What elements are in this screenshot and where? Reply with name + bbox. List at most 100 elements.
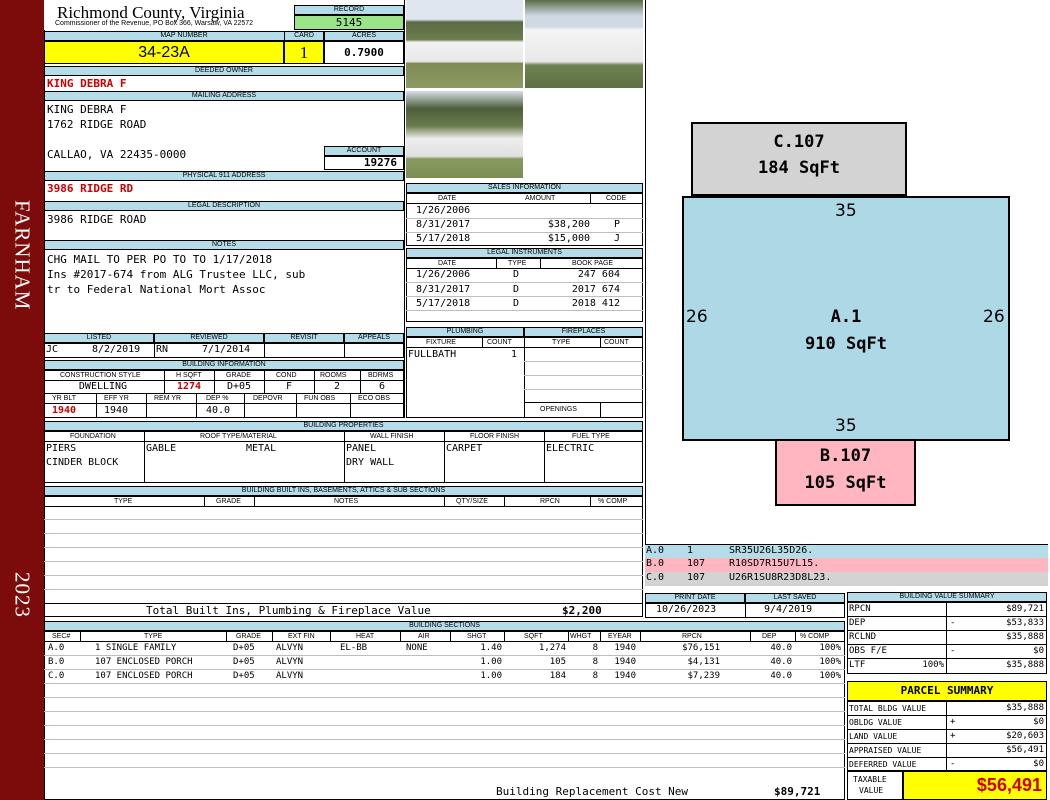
instrument-date: 5/17/2018: [416, 298, 471, 309]
sec-sqft: 184: [549, 671, 566, 681]
col-header: WALL FINISH: [370, 433, 414, 440]
property-photo: [525, 0, 643, 88]
col-header: ROOF TYPE/MATERIAL: [200, 433, 277, 440]
commissioner-address: Commissioner of the Revenue, PO Box 366,…: [55, 20, 254, 27]
plumbing-count: 1: [511, 349, 518, 360]
col-header: RPCN: [540, 498, 560, 505]
sketch-dim-top: 35: [835, 201, 857, 221]
sec-air: NONE: [406, 643, 428, 653]
col-header: EYEAR: [608, 633, 632, 640]
col-header: EXT FIN: [288, 633, 315, 640]
col-header: WHGT: [570, 633, 592, 640]
instrument-type: D: [513, 298, 520, 309]
col-header: FLOOR FINISH: [470, 433, 520, 440]
col-header: H SQFT: [176, 372, 202, 379]
parcel-key: OBLDG VALUE: [849, 718, 902, 727]
sec-dep: 40.0: [770, 671, 792, 681]
col-header: HEAT: [356, 633, 375, 640]
sale-date: 8/31/2017: [416, 219, 471, 230]
notes-header: NOTES: [44, 240, 404, 250]
col-header: TYPE: [508, 260, 527, 267]
col-header: TYPE: [114, 498, 133, 505]
last-saved-header: LAST SAVED: [745, 593, 845, 603]
parcel-value: $0: [1033, 759, 1044, 769]
parcel-key: APPRAISED VALUE: [849, 746, 922, 755]
sec-dep: 40.0: [770, 657, 792, 667]
col-header: DATE: [438, 260, 457, 267]
col-header: SQFT: [524, 633, 543, 640]
col-header: FOUNDATION: [70, 433, 116, 440]
col-header: DEP: [762, 633, 777, 640]
instrument-type: D: [513, 269, 520, 280]
sec-eyear: 1940: [614, 671, 636, 681]
col-header: CONSTRUCTION STYLE: [60, 372, 141, 379]
replacement-cost: $89,721: [774, 785, 821, 798]
parcel-value: $0: [1033, 717, 1044, 727]
sec-heat: EL-BB: [340, 643, 368, 653]
col-header: DEPOVR: [253, 395, 283, 402]
sale-code: P: [614, 219, 621, 230]
taxable-label: VALUE: [859, 786, 884, 795]
summary-key: LTF: [849, 660, 866, 670]
col-header: BOOK PAGE: [572, 260, 614, 267]
map-number-header: MAP NUMBER: [44, 31, 324, 41]
instruments-header: LEGAL INSTRUMENTS: [406, 248, 643, 258]
legend-code: B.0: [646, 558, 665, 569]
account-header: ACCOUNT: [324, 146, 404, 156]
col-header: AMOUNT: [525, 195, 556, 202]
taxable-value: $56,491: [903, 771, 1047, 800]
col-header: FUN OBS: [304, 395, 336, 402]
card-number: 1: [284, 41, 324, 64]
sec-whgt: 8: [592, 671, 598, 681]
sketch-legend-row: B.0 107 R10SD7R15U7L15.: [645, 558, 1048, 572]
fireplaces-header: FIREPLACES: [524, 327, 643, 337]
building-properties-header: BUILDING PROPERTIES: [44, 421, 643, 431]
depreciation-pct: 40.0: [206, 405, 231, 416]
parcel-value: $35,888: [1006, 703, 1044, 713]
col-header: TYPE: [144, 633, 163, 640]
value-summary-header: BUILDING VALUE SUMMARY: [847, 592, 1047, 602]
legend-vector: U26R1SU8R23D8L23.: [729, 572, 832, 583]
bedrooms: 6: [378, 381, 386, 392]
print-date-header: PRINT DATE: [645, 593, 745, 603]
col-header: FUEL TYPE: [572, 433, 610, 440]
sec-ext: ALVYN: [276, 671, 304, 681]
legal-description: 3986 RIDGE ROAD: [47, 213, 147, 226]
sales-header: SALES INFORMATION: [406, 183, 643, 193]
col-header: RPCN: [682, 633, 702, 640]
sec-comp: 100%: [819, 671, 841, 681]
legend-code: A.0: [646, 545, 665, 556]
wall-finish: DRY WALL: [346, 457, 395, 468]
sketch-dim-bottom: 35: [835, 416, 857, 436]
sec-type: 107 ENCLOSED PORCH: [95, 657, 193, 667]
sec-whgt: 8: [592, 657, 598, 667]
summary-value: $35,888: [1006, 632, 1044, 642]
legend-num: 107: [687, 572, 706, 583]
parcel-key: LAND VALUE: [849, 732, 898, 741]
sec-shgt: 1.00: [480, 671, 502, 681]
sec-grade: D+05: [233, 671, 255, 681]
col-header: GRADE: [216, 498, 241, 505]
mailing-line: KING DEBRA F: [47, 103, 127, 116]
reviewed-date: 7/1/2014: [202, 344, 251, 355]
sec-comp: 100%: [819, 657, 841, 667]
property-photo: [406, 0, 523, 88]
col-header: % COMP: [800, 633, 830, 640]
sec-num: B.0: [48, 657, 65, 667]
legal-description-header: LEGAL DESCRIPTION: [44, 201, 404, 211]
sketch-b-name: B.107: [819, 446, 872, 466]
reviewed-header: REVIEWED: [154, 333, 264, 343]
grade: D+05: [226, 381, 252, 392]
builtins-header: BUILDING BUILT INS, BASEMENTS, ATTICS & …: [44, 486, 643, 496]
sec-sqft: 105: [549, 657, 566, 667]
print-date: 10/26/2023: [656, 604, 717, 615]
col-header: COND: [276, 372, 297, 379]
summary-value: $53,833: [1006, 618, 1044, 628]
heated-sqft: 1274: [176, 381, 202, 392]
replacement-label: Building Replacement Cost New: [496, 785, 689, 798]
instrument-book: 2018 412: [571, 298, 620, 309]
rooms: 2: [333, 381, 341, 392]
col-header: % COMP: [598, 498, 628, 505]
col-header: DEP %: [206, 395, 229, 402]
summary-value: $35,888: [1006, 660, 1044, 670]
